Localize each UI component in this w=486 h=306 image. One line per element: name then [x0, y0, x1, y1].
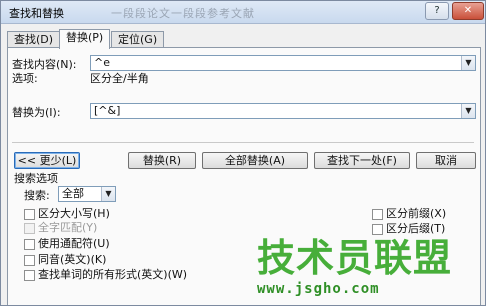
less-button[interactable]: << 更少(L)	[14, 152, 80, 169]
checkbox-match-prefix[interactable]: 区分前缀(X)	[372, 208, 472, 221]
search-direction-value: 全部	[62, 187, 84, 200]
help-button[interactable]: ?	[425, 2, 449, 20]
search-label: 搜索:	[24, 189, 50, 202]
checkbox-box[interactable]	[24, 223, 35, 234]
find-input-value: ^e	[94, 56, 110, 69]
checkbox-box[interactable]	[24, 239, 35, 250]
options-label: 选项:	[12, 72, 38, 85]
checkbox-box[interactable]	[372, 224, 383, 235]
close-button[interactable]: ✕	[452, 2, 484, 20]
title-watermark: 一段段论文一段段参考文献	[111, 7, 255, 20]
replace-all-button[interactable]: 全部替换(A)	[202, 152, 308, 169]
replace-label: 替换为(I):	[12, 106, 61, 119]
replace-input[interactable]: [^&] ▼	[90, 103, 476, 119]
checkbox-label: 同音(英文)(K)	[38, 253, 107, 266]
find-next-button[interactable]: 查找下一处(F)	[314, 152, 410, 169]
checkbox-box[interactable]	[24, 209, 35, 220]
checkbox-all-word-forms[interactable]: 查找单词的所有形式(英文)(W)	[24, 269, 264, 282]
tab-replace[interactable]: 替换(P)	[59, 29, 111, 49]
search-options-heading: 搜索选项	[14, 172, 58, 185]
title-bar[interactable]: 查找和替换 一段段论文一段段参考文献 ? ✕	[1, 1, 485, 24]
options-value: 区分全/半角	[90, 72, 149, 85]
checkbox-label: 使用通配符(U)	[38, 237, 110, 250]
replace-button[interactable]: 替换(R)	[128, 152, 196, 169]
watermark-brand: 技术员联盟	[257, 236, 453, 280]
replace-input-value: [^&]	[94, 104, 121, 117]
find-input[interactable]: ^e ▼	[90, 55, 476, 71]
find-dropdown-icon[interactable]: ▼	[461, 56, 475, 70]
checkbox-label: 全字匹配(Y)	[38, 221, 98, 234]
tab-goto[interactable]: 定位(G)	[111, 31, 165, 48]
checkbox-whole-word[interactable]: 全字匹配(Y)	[24, 222, 224, 235]
cancel-button[interactable]: 取消	[416, 152, 476, 169]
checkbox-box[interactable]	[372, 209, 383, 220]
site-watermark-logo: 技术员联盟 www.jsgho.com	[257, 237, 457, 301]
search-direction-select[interactable]: 全部 ▼	[58, 186, 116, 202]
checkbox-box[interactable]	[24, 270, 35, 281]
watermark-url: www.jsgho.com	[257, 281, 380, 297]
tab-find[interactable]: 查找(D)	[7, 31, 61, 48]
checkbox-wildcards[interactable]: 使用通配符(U)	[24, 238, 224, 251]
search-direction-dropdown-icon[interactable]: ▼	[101, 187, 115, 201]
divider	[12, 142, 474, 143]
checkbox-match-case[interactable]: 区分大小写(H)	[24, 208, 224, 221]
checkbox-match-suffix[interactable]: 区分后缀(T)	[372, 223, 472, 236]
checkbox-label: 区分大小写(H)	[38, 207, 110, 220]
replace-dropdown-icon[interactable]: ▼	[461, 104, 475, 118]
checkbox-label: 查找单词的所有形式(英文)(W)	[38, 268, 188, 281]
find-replace-dialog: 查找和替换 一段段论文一段段参考文献 ? ✕ 查找(D) 替换(P) 定位(G)…	[0, 0, 486, 306]
checkbox-sounds-like[interactable]: 同音(英文)(K)	[24, 254, 224, 267]
dialog-title: 查找和替换	[9, 7, 64, 20]
checkbox-label: 区分后缀(T)	[386, 222, 446, 235]
checkbox-box[interactable]	[24, 255, 35, 266]
checkbox-label: 区分前缀(X)	[386, 207, 447, 220]
